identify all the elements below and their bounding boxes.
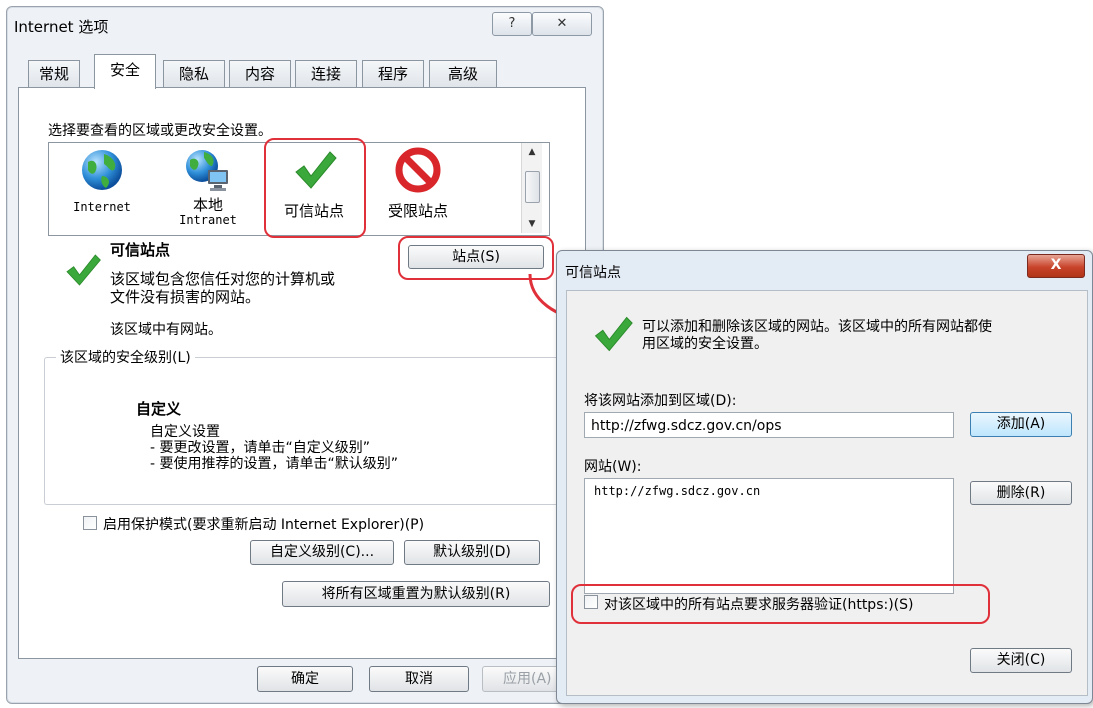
reset-all-zones-button[interactable]: 将所有区域重置为默认级别(R) [282, 581, 550, 607]
default-level-button[interactable]: 默认级别(D) [404, 540, 540, 565]
zone-internet-label: Internet [73, 200, 131, 214]
tab-connections[interactable]: 连接 [295, 60, 357, 88]
tab-programs[interactable]: 程序 [362, 60, 424, 88]
zone-local-intranet[interactable]: 本地 Intranet [166, 146, 250, 227]
tab-privacy[interactable]: 隐私 [163, 60, 225, 88]
checkmark-icon [66, 254, 101, 286]
tab-general[interactable]: 常规 [28, 60, 80, 88]
security-level-description: - 要使用推荐的设置，请单击“默认级别” [150, 456, 399, 472]
protected-mode-label[interactable]: 启用保护模式(要求重新启动 Internet Explorer)(P) [103, 514, 424, 534]
scroll-down-icon[interactable]: ▼ [522, 215, 542, 233]
security-level-group-title: 该区域的安全级别(L) [56, 347, 195, 367]
dialog-title: 可信站点 [565, 265, 621, 281]
security-level-name: 自定义 [136, 400, 182, 418]
remove-site-button[interactable]: 删除(R) [970, 481, 1072, 505]
add-site-button[interactable]: 添加(A) [970, 412, 1072, 437]
cancel-button[interactable]: 取消 [369, 666, 469, 692]
close-button[interactable]: ✕ [532, 12, 592, 36]
zone-restricted-sites-label: 受限站点 [387, 202, 448, 220]
no-entry-icon [395, 147, 441, 193]
zone-internet[interactable]: Internet [60, 146, 144, 214]
protected-mode-checkbox[interactable] [83, 516, 97, 530]
local-intranet-icon [186, 150, 228, 191]
annotation-highlight-zone [264, 138, 366, 238]
add-site-label: 将该网站添加到区域(D): [584, 393, 737, 409]
tab-security[interactable]: 安全 [94, 54, 156, 89]
custom-level-button[interactable]: 自定义级别(C)... [250, 540, 394, 565]
scroll-thumb[interactable] [525, 171, 540, 203]
zone-description-line: 文件没有损害的网站。 [110, 288, 261, 306]
zone-local-intranet-label: 本地 [192, 196, 223, 214]
window-title: Internet 选项 [14, 18, 109, 36]
dialog-close-button[interactable]: X [1027, 254, 1085, 278]
globe-icon [82, 150, 122, 190]
zone-description-title: 可信站点 [110, 241, 171, 259]
zone-restricted-sites[interactable]: 受限站点 [376, 146, 460, 221]
security-level-group [44, 357, 585, 505]
checkmark-icon [594, 316, 633, 352]
scroll-up-icon[interactable]: ▲ [522, 143, 542, 161]
tab-content[interactable]: 内容 [229, 60, 291, 88]
dialog-close-action-button[interactable]: 关闭(C) [970, 648, 1072, 673]
zone-local-intranet-sublabel: Intranet [179, 213, 237, 227]
help-button[interactable]: ? [492, 12, 532, 36]
site-url-input[interactable]: http://zfwg.sdcz.gov.cn/ops [584, 412, 954, 438]
annotation-highlight-https [571, 584, 990, 624]
ok-button[interactable]: 确定 [257, 666, 353, 692]
list-item[interactable]: http://zfwg.sdcz.gov.cn [594, 484, 760, 498]
zone-list-scrollbar[interactable]: ▲ ▼ [521, 143, 542, 233]
zone-prompt: 选择要查看的区域或更改安全设置。 [48, 123, 272, 139]
dialog-intro-line: 用区域的安全设置。 [642, 336, 768, 352]
tab-advanced[interactable]: 高级 [429, 60, 497, 88]
websites-label: 网站(W): [584, 459, 642, 475]
zone-sites-note: 该区域中有网站。 [110, 322, 222, 338]
